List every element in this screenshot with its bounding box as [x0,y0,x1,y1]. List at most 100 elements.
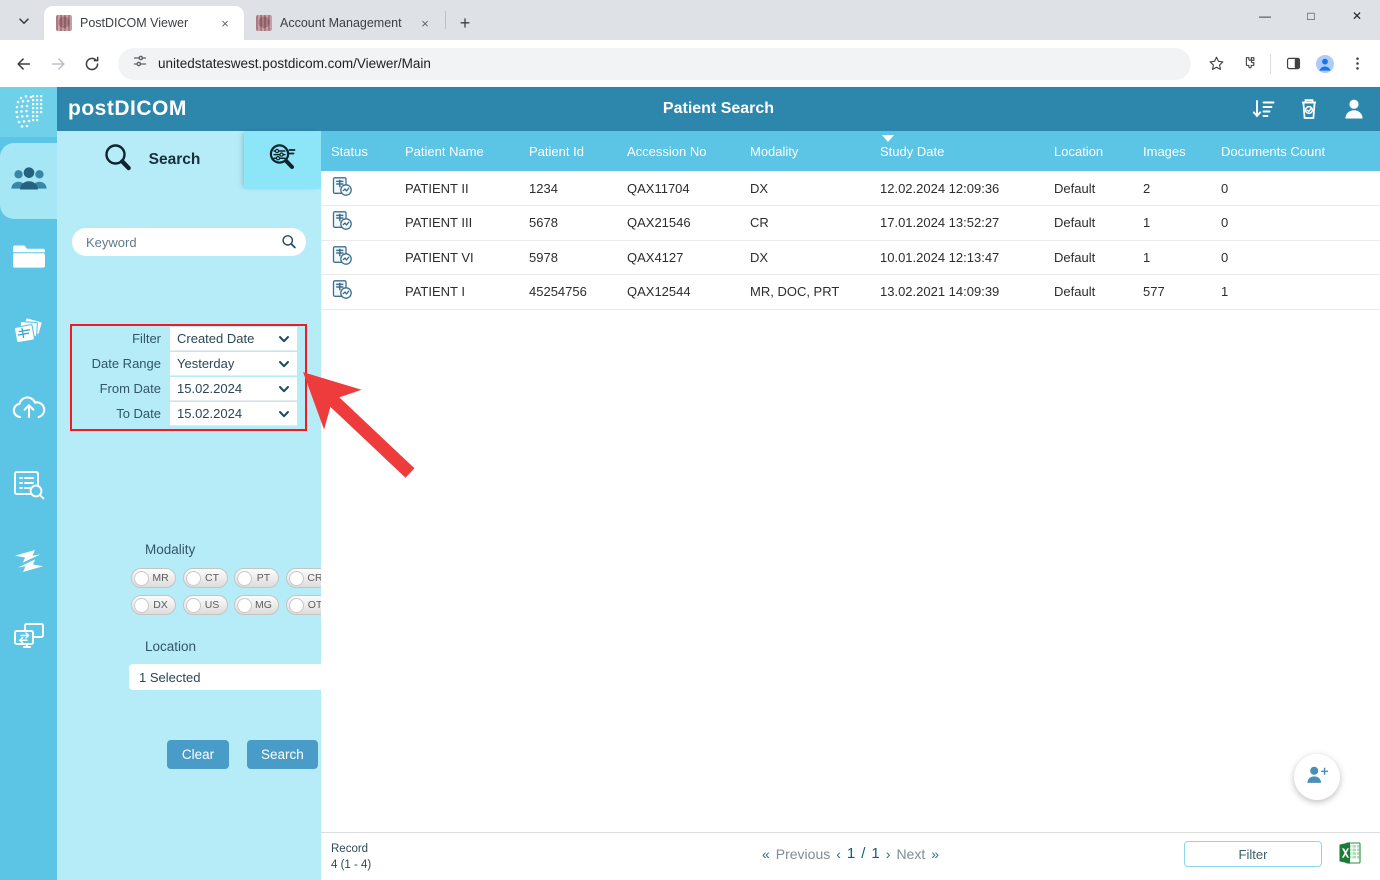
browser-toolbar: unitedstateswest.postdicom.com/Viewer/Ma… [0,40,1380,87]
from-date-select[interactable]: 15.02.2024 [170,376,297,401]
close-icon[interactable]: × [416,14,434,32]
site-settings-icon[interactable] [132,53,148,74]
close-window-button[interactable]: ✕ [1334,0,1380,32]
from-date-label: From Date [99,381,161,396]
cell-status[interactable] [321,171,395,206]
new-tab-button[interactable]: + [451,9,479,37]
table-row[interactable]: PATIENT VI 5978 QAX4127 DX 10.01.2024 12… [321,240,1380,275]
cell-documents-count: 0 [1211,171,1380,206]
next-page-button[interactable]: Next [896,846,925,862]
cell-accession-no: QAX12544 [617,274,740,310]
excel-export-icon[interactable] [1338,840,1362,871]
column-header-patient-id[interactable]: Patient Id [519,131,617,171]
filter-button[interactable]: Filter [1184,841,1322,867]
table-row[interactable]: PATIENT II 1234 QAX11704 DX 12.02.2024 1… [321,171,1380,206]
table-row[interactable]: PATIENT III 5678 QAX21546 CR 17.01.2024 … [321,205,1380,241]
column-header-location[interactable]: Location [1044,131,1133,171]
cell-accession-no: QAX21546 [617,205,740,241]
extensions-puzzle-icon[interactable] [1233,49,1263,79]
total-page-number: 1 [871,845,880,862]
column-header-modality[interactable]: Modality [740,131,870,171]
previous-page-button[interactable]: Previous [776,846,830,862]
from-date-value: 15.02.2024 [177,380,243,396]
table-row[interactable]: PATIENT I 45254756 QAX12544 MR, DOC, PRT… [321,274,1380,310]
modality-toggle-ct[interactable]: CT [182,568,228,588]
cell-study-date: 12.02.2024 12:09:36 [870,171,1044,206]
toggle-knob [288,597,304,613]
next-chevron-icon[interactable]: › [886,846,891,862]
modality-toggle-mr[interactable]: MR [131,568,176,588]
cell-status[interactable] [321,205,395,241]
add-patient-fab-button[interactable] [1294,754,1340,800]
cell-status[interactable] [321,240,395,275]
modality-toggle-pt[interactable]: PT [234,568,279,588]
search-input[interactable] [72,228,306,256]
side-panel-icon[interactable] [1278,49,1308,79]
magnifier-icon [101,141,135,180]
rail-item-query-retrieve[interactable] [0,447,57,523]
table-body: PATIENT II 1234 QAX11704 DX 12.02.2024 1… [321,171,1380,310]
filter-row-from-date: From Date 15.02.2024 [72,376,306,401]
date-range-select[interactable]: Yesterday [170,351,297,376]
tab-search[interactable]: Search [57,131,244,189]
column-header-images[interactable]: Images [1133,131,1211,171]
modality-toggle-mg[interactable]: MG [234,595,279,615]
rail-item-remote-desktop[interactable] [0,599,57,675]
rail-item-upload[interactable] [0,371,57,447]
browser-tab-0[interactable]: PostDICOM Viewer × [44,6,244,40]
cell-location: Default [1044,205,1133,241]
cell-status[interactable] [321,274,395,310]
rail-item-reports[interactable] [0,295,57,371]
cell-images: 2 [1133,171,1211,206]
column-header-accession-no[interactable]: Accession No [617,131,740,171]
results-footer: Record 4 (1 - 4) « Previous ‹ 1 / 1 › Ne… [321,832,1380,880]
column-header-patient-name[interactable]: Patient Name [395,131,519,171]
search-icon[interactable] [281,234,297,255]
cell-location: Default [1044,240,1133,275]
page-title: Patient Search [662,100,775,117]
filter-row-to-date: To Date 15.02.2024 [72,401,306,426]
column-header-study-date-label: Study Date [880,143,945,159]
prev-chevron-icon[interactable]: ‹ [836,846,841,862]
rail-item-folders[interactable] [0,219,57,295]
cell-documents-count: 0 [1211,205,1380,241]
sort-descending-icon[interactable] [1252,98,1276,120]
back-arrow-icon[interactable] [8,48,40,80]
browser-tab-1[interactable]: Account Management × [244,6,444,40]
first-page-button[interactable]: « [762,846,770,862]
study-report-icon [331,245,395,270]
column-header-status[interactable]: Status [321,131,395,171]
rail-item-sync[interactable] [0,523,57,599]
minimize-button[interactable]: — [1242,0,1288,32]
search-button[interactable]: Search [247,740,318,769]
forward-arrow-icon[interactable] [42,48,74,80]
clear-button[interactable]: Clear [167,740,229,769]
three-dot-menu-icon[interactable] [1342,49,1372,79]
column-header-study-date[interactable]: Study Date [870,131,1044,171]
column-header-documents-count[interactable]: Documents Count [1211,131,1380,171]
address-bar[interactable]: unitedstateswest.postdicom.com/Viewer/Ma… [118,47,1191,80]
postdicom-favicon-icon [56,15,72,31]
close-icon[interactable]: × [216,14,234,32]
tab-search-chevron-down-icon[interactable] [4,4,44,38]
filter-select[interactable]: Created Date [170,326,297,351]
date-filter-fields: Filter Created Date Date Range Yesterday [72,326,306,426]
location-select-value: 1 Selected [139,669,201,685]
last-page-button[interactable]: » [931,846,939,862]
chevron-down-icon [277,407,291,424]
screen-share-icon [11,621,47,653]
modality-label: DX [153,599,168,611]
reload-icon[interactable] [76,48,108,80]
to-date-select[interactable]: 15.02.2024 [170,401,297,426]
modality-toggle-us[interactable]: US [182,595,228,615]
maximize-button[interactable]: □ [1288,0,1334,32]
profile-avatar-icon[interactable] [1310,49,1340,79]
modality-toggle-dx[interactable]: DX [131,595,176,615]
star-icon[interactable] [1201,49,1231,79]
modality-label: MR [152,572,169,584]
tab-advanced-search[interactable] [244,131,321,189]
rail-item-patients[interactable] [0,143,57,219]
cell-images: 577 [1133,274,1211,310]
user-account-icon[interactable] [1342,97,1366,121]
trash-bin-icon[interactable] [1298,97,1320,121]
